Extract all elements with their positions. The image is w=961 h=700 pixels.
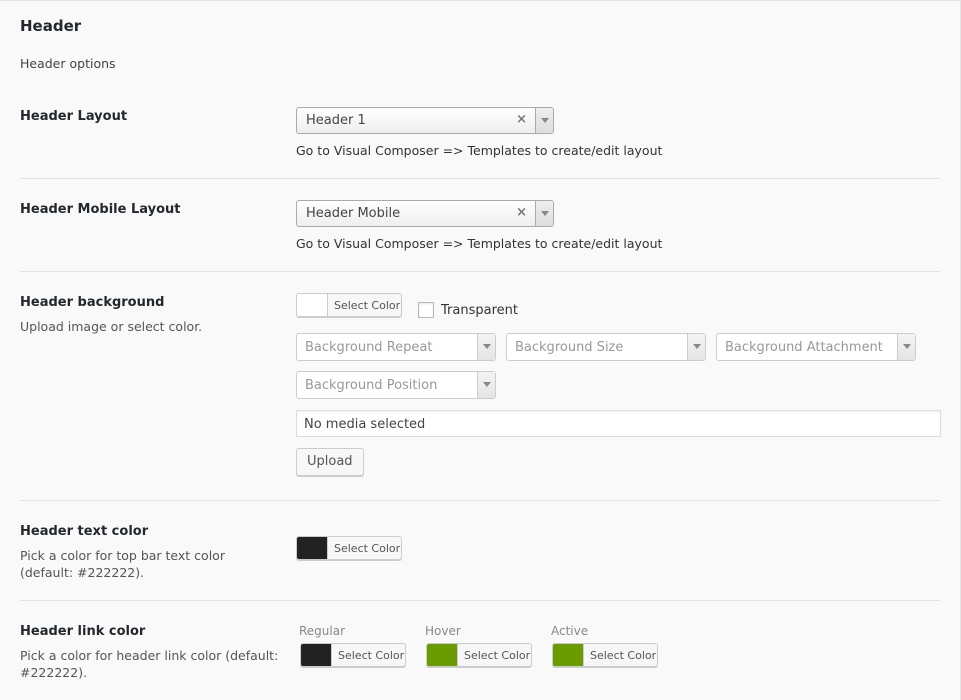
background-position-placeholder: Background Position [305,378,438,393]
header-background-color-button[interactable]: Select Color [296,293,402,317]
color-swatch [301,644,332,666]
background-size-placeholder: Background Size [515,340,624,355]
regular-label: Regular [299,624,346,638]
divider [20,600,940,601]
divider [20,500,940,501]
link-hover-color-button[interactable]: Select Color [426,643,532,667]
chevron-down-icon[interactable] [477,334,495,360]
background-size-select[interactable]: Background Size [506,333,706,361]
color-swatch [297,294,328,316]
link-active-color-button[interactable]: Select Color [552,643,658,667]
background-repeat-placeholder: Background Repeat [305,340,433,355]
header-layout-help: Go to Visual Composer => Templates to cr… [296,143,663,158]
background-repeat-select[interactable]: Background Repeat [296,333,496,361]
link-regular-color-button[interactable]: Select Color [300,643,406,667]
select-color-label: Select Color [334,542,401,555]
background-attachment-placeholder: Background Attachment [725,340,883,355]
clear-icon[interactable]: × [516,112,527,127]
header-mobile-layout-select[interactable]: Header Mobile × [296,200,554,227]
media-url-field[interactable]: No media selected [296,410,941,437]
clear-icon[interactable]: × [516,205,527,220]
color-swatch [553,644,584,666]
color-swatch [297,537,328,559]
header-background-sub: Upload image or select color. [20,319,203,334]
section-description: Header options [20,56,116,71]
header-text-color-sub: Pick a color for top bar text color (def… [20,548,225,580]
divider [20,271,940,272]
header-text-color-button[interactable]: Select Color [296,536,402,560]
chevron-down-icon[interactable] [477,372,495,398]
media-status: No media selected [304,417,426,432]
chevron-down-icon[interactable] [687,334,705,360]
transparent-label: Transparent [441,303,518,318]
section-title: Header [20,17,82,35]
header-mobile-layout-value: Header Mobile [306,206,401,221]
background-position-select[interactable]: Background Position [296,371,496,399]
divider [20,178,940,179]
upload-button[interactable]: Upload [296,448,364,476]
header-layout-value: Header 1 [306,113,366,128]
chevron-down-icon[interactable] [535,108,553,133]
header-layout-label: Header Layout [20,109,128,124]
header-background-label: Header background [20,295,165,310]
header-mobile-layout-label: Header Mobile Layout [20,202,181,217]
color-swatch [427,644,458,666]
header-link-color-sub: Pick a color for header link color (defa… [20,648,279,680]
chevron-down-icon[interactable] [535,201,553,226]
select-color-label: Select Color [590,649,657,662]
background-attachment-select[interactable]: Background Attachment [716,333,916,361]
top-border [0,0,961,1]
select-color-label: Select Color [334,299,401,312]
select-color-label: Select Color [464,649,531,662]
active-label: Active [551,624,589,638]
chevron-down-icon[interactable] [897,334,915,360]
header-link-color-label: Header link color [20,624,146,639]
header-mobile-layout-help: Go to Visual Composer => Templates to cr… [296,236,663,251]
select-color-label: Select Color [338,649,405,662]
header-text-color-label: Header text color [20,524,149,539]
header-layout-select[interactable]: Header 1 × [296,107,554,134]
transparent-checkbox[interactable] [418,302,434,318]
hover-label: Hover [425,624,461,638]
